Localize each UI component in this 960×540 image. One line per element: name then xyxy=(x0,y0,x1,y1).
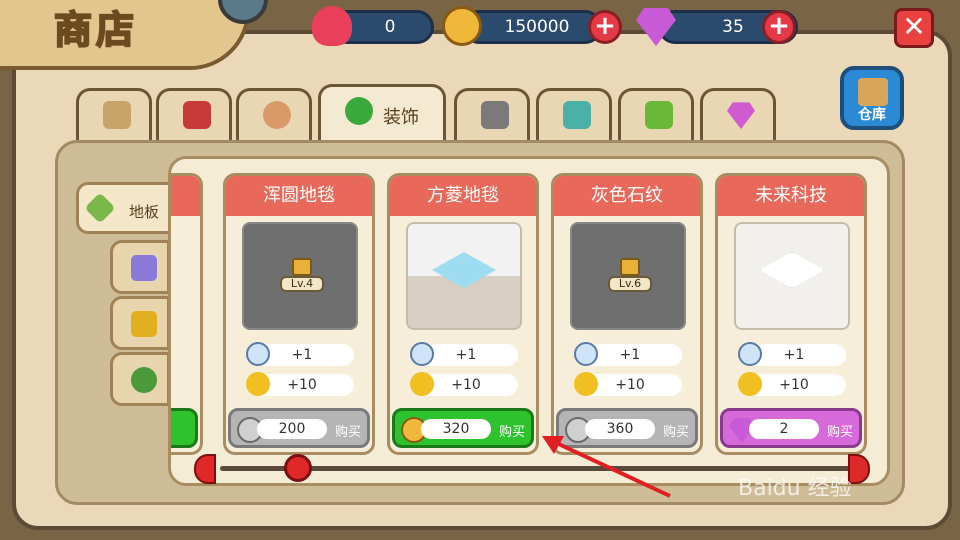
stat-star-value: +10 xyxy=(287,377,317,393)
item-list[interactable]: 浑圆地毯 Lv.4 +1 +10 200 购买 方菱地毯 +1 +10 320 … xyxy=(168,156,890,486)
shop-title: 商店 xyxy=(53,7,139,53)
item-preview: Lv.4 xyxy=(242,222,358,330)
floor-icon xyxy=(84,192,116,224)
side-tab-wallpaper[interactable] xyxy=(110,240,170,294)
item-name: 灰色石纹 xyxy=(554,176,700,216)
window-icon xyxy=(563,101,591,129)
buy-label: 购买 xyxy=(827,425,854,440)
tab-book[interactable] xyxy=(156,88,232,142)
tab-food[interactable] xyxy=(236,88,312,142)
clover-icon xyxy=(345,97,373,125)
stat-comfort-value: +1 xyxy=(783,347,805,363)
tab-decor-label: 装饰 xyxy=(383,107,419,128)
face-icon xyxy=(574,342,598,366)
side-tab-floor-label: 地板 xyxy=(129,203,160,221)
buy-button-partial[interactable] xyxy=(171,408,198,448)
wallpaper-icon xyxy=(131,255,157,281)
heart-icon xyxy=(312,6,352,46)
face-icon xyxy=(410,342,434,366)
warehouse-label: 仓库 xyxy=(858,107,886,123)
watermark: Baidu 经验 xyxy=(738,476,852,501)
add-coins-button[interactable]: + xyxy=(588,10,622,44)
scroll-left-button[interactable] xyxy=(194,454,216,484)
padlock-icon xyxy=(292,258,312,276)
stat-comfort-value: +1 xyxy=(619,347,641,363)
item-preview xyxy=(406,222,522,330)
side-tab-lamp[interactable] xyxy=(110,296,170,350)
price: 2 xyxy=(749,419,819,439)
stat-star: +10 xyxy=(738,372,846,396)
rug-image xyxy=(432,252,496,288)
level-badge: Lv.6 xyxy=(608,276,652,292)
star-icon xyxy=(738,372,762,396)
buy-label: 购买 xyxy=(335,425,362,440)
item-preview: Lv.6 xyxy=(570,222,686,330)
gem-icon xyxy=(727,102,755,129)
buy-button[interactable]: 320 购买 xyxy=(392,408,534,448)
tab-fridge[interactable] xyxy=(454,88,530,142)
buy-button[interactable]: 2 购买 xyxy=(720,408,862,448)
side-tab-plant[interactable] xyxy=(110,352,170,406)
item-card[interactable]: 浑圆地毯 Lv.4 +1 +10 200 购买 xyxy=(223,173,375,455)
stat-comfort: +1 xyxy=(574,342,682,366)
level-badge: Lv.4 xyxy=(280,276,324,292)
box-icon xyxy=(103,101,131,129)
plants-icon xyxy=(645,101,673,129)
tab-window[interactable] xyxy=(536,88,612,142)
close-button[interactable]: ✕ xyxy=(894,8,934,48)
stat-star-value: +10 xyxy=(615,377,645,393)
item-card-partial xyxy=(171,173,203,455)
fridge-icon xyxy=(481,101,509,129)
buy-button[interactable]: 200 购买 xyxy=(228,408,370,448)
game-frame: 商店 0 150000 + 35 + ✕ 装饰 仓库 地板 浑圆地毯 Lv.4 … xyxy=(0,0,960,540)
star-icon xyxy=(246,372,270,396)
stat-comfort: +1 xyxy=(246,342,354,366)
stat-star: +10 xyxy=(574,372,682,396)
star-icon xyxy=(410,372,434,396)
warehouse-icon xyxy=(858,78,888,106)
stat-star-value: +10 xyxy=(451,377,481,393)
stat-star: +10 xyxy=(410,372,518,396)
coins-value: 150000 xyxy=(504,17,570,37)
stat-star: +10 xyxy=(246,372,354,396)
item-card[interactable]: 未来科技 +1 +10 2 购买 xyxy=(715,173,867,455)
face-icon xyxy=(246,342,270,366)
item-name: 方菱地毯 xyxy=(390,176,536,216)
book-icon xyxy=(183,101,211,129)
item-card[interactable]: 方菱地毯 +1 +10 320 购买 xyxy=(387,173,539,455)
tab-plants[interactable] xyxy=(618,88,694,142)
lamp-icon xyxy=(131,311,157,337)
padlock-icon xyxy=(620,258,640,276)
scroll-knob[interactable] xyxy=(284,454,312,482)
stat-star-value: +10 xyxy=(779,377,809,393)
coins-counter: 150000 xyxy=(462,10,602,44)
tab-box[interactable] xyxy=(76,88,152,142)
coin-icon xyxy=(442,6,482,46)
item-name: 未来科技 xyxy=(718,176,864,216)
stat-comfort: +1 xyxy=(738,342,846,366)
item-name xyxy=(171,176,200,216)
stat-comfort-value: +1 xyxy=(291,347,313,363)
food-icon xyxy=(263,101,291,129)
price: 320 xyxy=(421,419,491,439)
face-icon xyxy=(738,342,762,366)
item-name: 浑圆地毯 xyxy=(226,176,372,216)
tab-decor[interactable]: 装饰 xyxy=(318,84,446,142)
stat-comfort: +1 xyxy=(410,342,518,366)
stat-comfort-value: +1 xyxy=(455,347,477,363)
star-icon xyxy=(574,372,598,396)
buy-label: 购买 xyxy=(499,425,526,440)
potted-plant-icon xyxy=(131,367,157,393)
rug-image xyxy=(760,252,824,288)
title-plate: 商店 xyxy=(0,0,250,70)
tab-gem[interactable] xyxy=(700,88,776,142)
warehouse-button[interactable]: 仓库 xyxy=(840,66,904,130)
add-gems-button[interactable]: + xyxy=(762,10,796,44)
item-card[interactable]: 灰色石纹 Lv.6 +1 +10 360 购买 xyxy=(551,173,703,455)
price: 200 xyxy=(257,419,327,439)
item-preview xyxy=(734,222,850,330)
annotation-arrow xyxy=(542,436,671,498)
